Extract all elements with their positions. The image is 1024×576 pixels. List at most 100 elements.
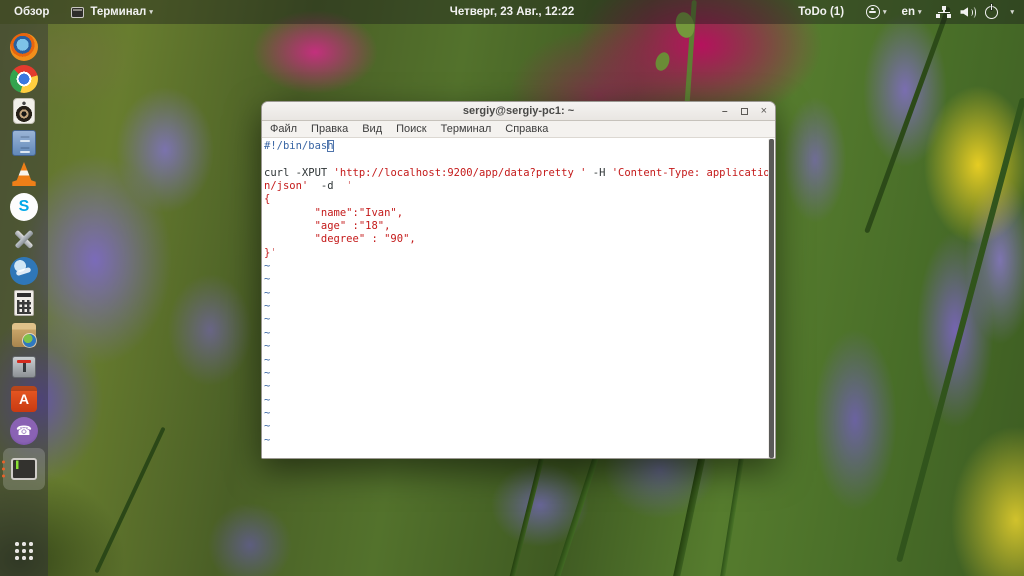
terminal-line: ~ <box>264 407 766 420</box>
dock-item-appa[interactable]: A <box>3 384 45 413</box>
clock[interactable]: Четверг, 23 Авг., 12:22 <box>450 6 574 18</box>
terminal-line: "name":"Ivan", <box>264 207 766 220</box>
accessibility-menu[interactable]: ▾ <box>866 5 887 19</box>
software-icon <box>12 322 36 347</box>
text-segment: 'Content-Type: applicatio <box>611 166 770 179</box>
stem <box>864 6 951 234</box>
text-segment: "age" :"18", <box>264 220 391 233</box>
terminal-icon: ▌ <box>11 458 37 480</box>
dock-item-software[interactable] <box>3 320 45 349</box>
tools-icon <box>11 226 37 252</box>
terminal-line: ~ <box>264 260 766 273</box>
app-menu[interactable]: Терминал ▾ <box>71 6 153 18</box>
terminal-line: "degree" : "90", <box>264 233 766 246</box>
vim-buffer: #!/bin/bash curl -XPUT 'http://localhost… <box>264 140 770 447</box>
dock-item-tools[interactable] <box>3 224 45 253</box>
top-bar-left: Обзор Терминал ▾ <box>0 6 153 18</box>
dock-item-thunderbird[interactable] <box>3 256 45 285</box>
text-segment: ~ <box>264 406 271 419</box>
skype-icon: S <box>10 192 38 221</box>
appa-icon: A <box>11 385 37 412</box>
text-segment: ~ <box>264 326 271 339</box>
text-segment: ~ <box>264 300 271 313</box>
terminal-line: ~ <box>264 420 766 433</box>
terminal-window: sergiy@sergiy-pc1: ~ – × Файл Правка Вид По… <box>261 101 776 459</box>
menu-item-view[interactable]: Вид <box>362 123 382 135</box>
todo-indicator[interactable]: ToDo (1) <box>798 6 844 18</box>
terminal-line: ~ <box>264 313 766 326</box>
terminal-line: ~ <box>264 287 766 300</box>
show-apps-button[interactable] <box>3 536 45 566</box>
menu-item-help[interactable]: Справка <box>505 123 548 135</box>
text-segment: ~ <box>264 260 271 273</box>
terminal-line: "age" :"18", <box>264 220 766 233</box>
stem <box>94 426 166 574</box>
dock-item-vlc[interactable] <box>3 160 45 189</box>
terminal-line: ~ <box>264 380 766 393</box>
terminal-mini-icon <box>71 6 85 18</box>
close-button[interactable]: × <box>761 105 767 117</box>
keyboard-layout-menu[interactable]: en ▾ <box>902 6 922 18</box>
terminal-line: { <box>264 193 766 206</box>
menu-item-edit[interactable]: Правка <box>311 123 348 135</box>
terminal-line: #!/bin/bash <box>264 140 766 153</box>
system-menu[interactable]: ▾ <box>936 3 1014 19</box>
terminal-content[interactable]: #!/bin/bash curl -XPUT 'http://localhost… <box>262 139 775 458</box>
scrollbar <box>768 139 775 458</box>
maximize-button[interactable] <box>740 107 748 115</box>
menu-item-search[interactable]: Поиск <box>396 123 426 135</box>
dock-item-chromium[interactable] <box>3 64 45 93</box>
menu-item-file[interactable]: Файл <box>270 123 297 135</box>
chevron-down-icon: ▾ <box>917 9 922 16</box>
text-segment: { <box>264 193 271 206</box>
dock: S A ☎ ▌ <box>0 24 48 576</box>
dock-item-files[interactable] <box>3 128 45 157</box>
menu-item-terminal[interactable]: Терминал <box>441 123 492 135</box>
chevron-down-icon: ▾ <box>149 9 153 16</box>
vlc-icon <box>12 162 36 186</box>
desktop: Обзор Терминал ▾ Четверг, 23 Авг., 12:22… <box>0 0 1024 576</box>
viber-icon: ☎ <box>10 416 38 445</box>
text-segment: ~ <box>264 273 271 286</box>
text-segment: #!/bin/bas <box>264 140 328 152</box>
window-controls: – × <box>722 102 767 120</box>
dock-item-calculator[interactable] <box>3 288 45 317</box>
terminal-line: }' <box>264 247 766 260</box>
text-segment: "degree" : "90", <box>264 233 416 246</box>
terminal-line: curl -XPUT 'http://localhost:9200/app/da… <box>264 166 770 180</box>
thunderbird-icon <box>10 256 38 285</box>
audio-icon <box>13 97 35 124</box>
dock-item-firefox[interactable] <box>3 32 45 61</box>
switch-icon <box>12 355 36 378</box>
text-segment: ~ <box>264 353 271 366</box>
dock-item-switch[interactable] <box>3 352 45 381</box>
chevron-down-icon: ▾ <box>1010 9 1014 16</box>
terminal-line: ~ <box>264 340 766 353</box>
text-segment: ~ <box>264 420 271 433</box>
lavender-bud <box>653 50 672 73</box>
apps-grid-icon <box>22 549 26 553</box>
terminal-line: ~ <box>264 367 766 380</box>
firefox-icon <box>10 32 38 61</box>
calculator-icon <box>14 289 34 316</box>
dock-item-audio[interactable] <box>3 96 45 125</box>
vim-status-line: 1,11 Весь <box>264 444 766 458</box>
activities-button[interactable]: Обзор <box>14 6 49 18</box>
dock-item-skype[interactable]: S <box>3 192 45 221</box>
text-segment: -H <box>586 166 612 179</box>
dock-item-viber[interactable]: ☎ <box>3 416 45 445</box>
title-bar[interactable]: sergiy@sergiy-pc1: ~ – × <box>262 102 775 121</box>
minimize-button[interactable]: – <box>722 106 728 116</box>
text-segment: "name":"Ivan", <box>264 206 404 219</box>
network-icon <box>936 5 952 19</box>
vim-ruler: 1,11 <box>656 457 681 458</box>
terminal-line: ~ <box>264 273 766 286</box>
vim-cursor: h <box>327 140 334 152</box>
terminal-line: ~ <box>264 327 766 340</box>
menu-bar: Файл Правка Вид Поиск Терминал Справка <box>262 121 775 138</box>
text-segment: curl -XPUT <box>264 166 334 179</box>
dock-item-terminal[interactable]: ▌ <box>2 448 45 490</box>
terminal-line: ~ <box>264 300 766 313</box>
scrollbar-thumb[interactable] <box>769 139 774 458</box>
